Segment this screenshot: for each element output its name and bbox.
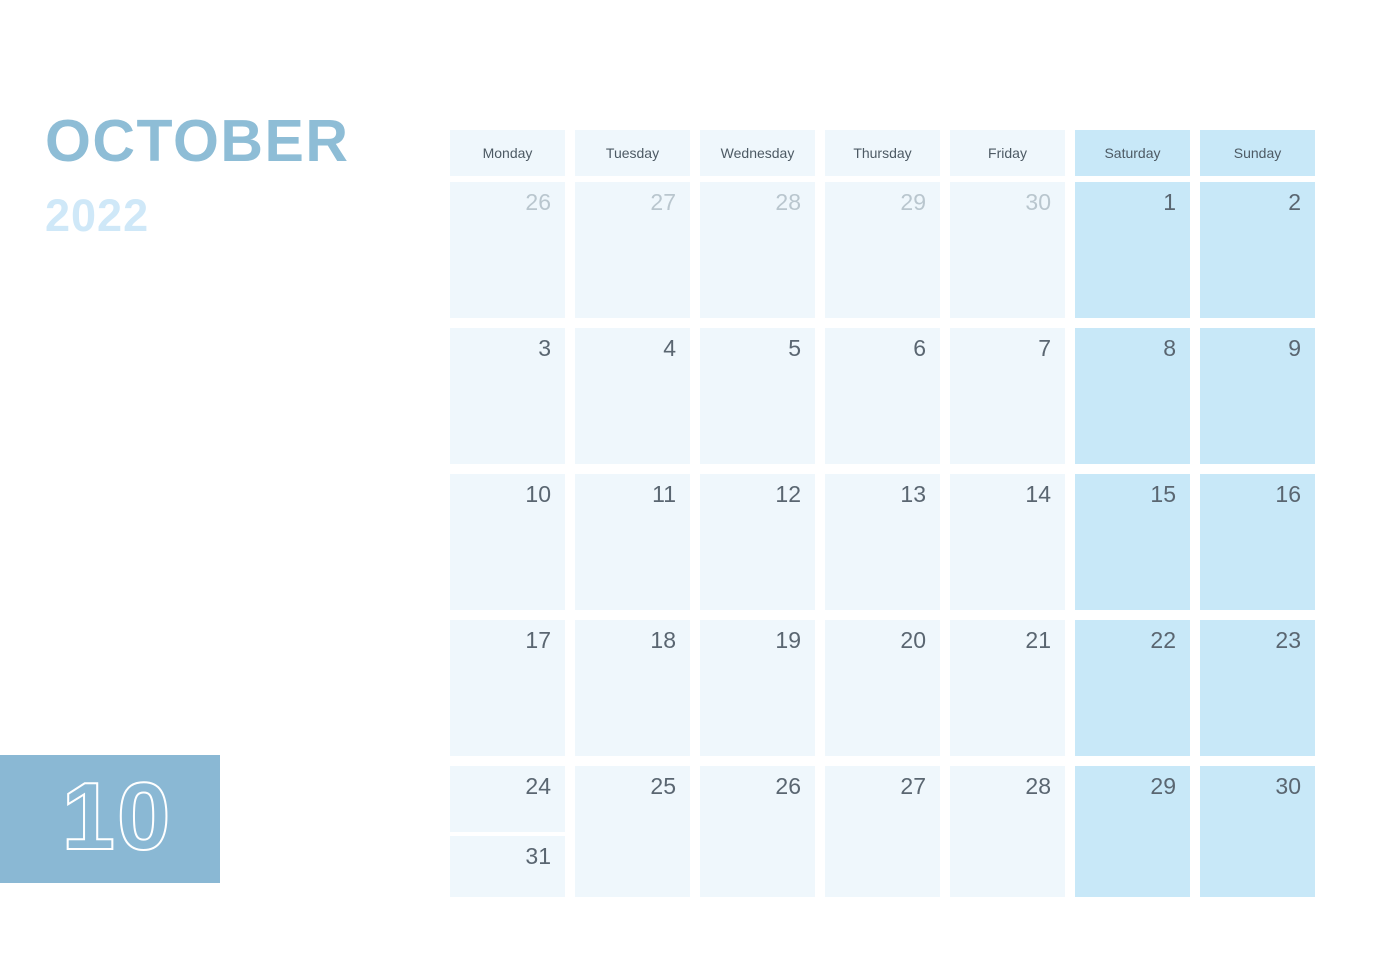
weekday-label: Sunday [1233,145,1282,161]
calendar-day-cell[interactable]: 27 [575,182,690,318]
calendar-day-cell[interactable]: 10 [450,474,565,610]
calendar-day-cell[interactable]: 4 [575,328,690,464]
calendar-day-column: 5 [700,328,815,464]
calendar-day-cell[interactable]: 2 [1200,182,1315,318]
calendar-day-cell[interactable]: 26 [700,766,815,897]
calendar-week-row: 17 18 19 20 21 22 23 [450,620,1315,756]
calendar-day-cell[interactable]: 7 [950,328,1065,464]
month-number-text: 10 [61,763,173,870]
weekday-label: Wednesday [720,145,795,161]
calendar-day-column: 26 [700,766,815,897]
calendar-day-column: 30 [1200,766,1315,897]
calendar-day-column: 29 [825,182,940,318]
weekday-header-thursday: Thursday [825,130,940,176]
calendar-day-column: 27 [825,766,940,897]
calendar-day-column: 8 [1075,328,1190,464]
calendar-day-cell[interactable]: 29 [825,182,940,318]
calendar-day-cell[interactable]: 28 [950,766,1065,897]
calendar-day-column: 23 [1200,620,1315,756]
calendar-day-column: 15 [1075,474,1190,610]
calendar-day-cell[interactable]: 27 [825,766,940,897]
calendar-week-row: 10 11 12 13 14 15 16 [450,474,1315,610]
month-number-badge: 10 [0,755,220,883]
calendar-day-column: 18 [575,620,690,756]
calendar-day-cell[interactable]: 14 [950,474,1065,610]
calendar-day-cell[interactable]: 30 [950,182,1065,318]
calendar-day-cell[interactable]: 18 [575,620,690,756]
calendar-day-column: 6 [825,328,940,464]
page-title: OCTOBER [45,108,350,174]
calendar-day-column: 20 [825,620,940,756]
weekday-header-friday: Friday [950,130,1065,176]
weekday-label: Tuesday [605,145,660,161]
calendar-day-cell[interactable]: 23 [1200,620,1315,756]
weekday-header-row: Monday Tuesday Wednesday Thursday Friday Satu… [450,130,1315,176]
calendar-day-column: 7 [950,328,1065,464]
weekday-label: Friday [988,145,1027,161]
calendar-day-column: 26 [450,182,565,318]
calendar-day-cell[interactable]: 13 [825,474,940,610]
calendar-day-column: 4 [575,328,690,464]
calendar-day-column: 28 [700,182,815,318]
calendar-day-column: 13 [825,474,940,610]
calendar-week-row: 26 27 28 29 30 1 2 [450,182,1315,318]
calendar-weeks: 26 27 28 29 30 1 2 3 4 5 6 7 8 9 10 11 12 13 14 15 16 17 18 19 2… [450,182,1315,897]
calendar-day-cell[interactable]: 22 [1075,620,1190,756]
weekday-label: Saturday [1104,145,1161,161]
year-label: 2022 [45,190,150,241]
weekday-header-tuesday: Tuesday [575,130,690,176]
calendar-day-cell[interactable]: 29 [1075,766,1190,897]
calendar-day-column: 17 [450,620,565,756]
calendar-day-column: 30 [950,182,1065,318]
calendar-day-column: 29 [1075,766,1190,897]
calendar-day-cell[interactable]: 6 [825,328,940,464]
calendar-day-cell[interactable]: 30 [1200,766,1315,897]
weekday-header-wednesday: Wednesday [700,130,815,176]
calendar-day-cell[interactable]: 26 [450,182,565,318]
calendar-day-column: 2 [1200,182,1315,318]
calendar-day-cell[interactable]: 1 [1075,182,1190,318]
calendar-day-cell[interactable]: 19 [700,620,815,756]
calendar-day-column: 21 [950,620,1065,756]
weekday-label: Monday [482,145,533,161]
weekday-header-saturday: Saturday [1075,130,1190,176]
calendar-week-row: 24 31 25 26 27 28 29 30 [450,766,1315,897]
calendar-day-column: 1 [1075,182,1190,318]
calendar-day-cell[interactable]: 12 [700,474,815,610]
calendar-week-row: 3456789 [450,328,1315,464]
weekday-header-sunday: Sunday [1200,130,1315,176]
calendar-day-cell[interactable]: 11 [575,474,690,610]
weekday-label: Thursday [853,145,912,161]
calendar-day-column: 11 [575,474,690,610]
calendar-day-cell[interactable]: 20 [825,620,940,756]
calendar-grid: Monday Tuesday Wednesday Thursday Friday Satu… [450,130,1315,907]
calendar-day-cell[interactable]: 28 [700,182,815,318]
calendar-day-column: 12 [700,474,815,610]
calendar-day-column: 27 [575,182,690,318]
calendar-day-cell[interactable]: 16 [1200,474,1315,610]
calendar-title-block: OCTOBER 2022 [45,108,425,241]
calendar-day-cell[interactable]: 17 [450,620,565,756]
calendar-day-cell[interactable]: 21 [950,620,1065,756]
calendar-day-column: 9 [1200,328,1315,464]
weekday-header-monday: Monday [450,130,565,176]
calendar-day-column: 3 [450,328,565,464]
calendar-day-cell[interactable]: 9 [1200,328,1315,464]
calendar-day-cell[interactable]: 5 [700,328,815,464]
calendar-day-column: 16 [1200,474,1315,610]
calendar-day-cell[interactable]: 25 [575,766,690,897]
calendar-day-column: 14 [950,474,1065,610]
calendar-day-cell[interactable]: 3 [450,328,565,464]
calendar-day-column: 22 [1075,620,1190,756]
calendar-day-column: 25 [575,766,690,897]
calendar-day-cell[interactable]: 24 [450,766,565,832]
calendar-day-column: 24 31 [450,766,565,897]
calendar-day-column: 28 [950,766,1065,897]
calendar-day-cell[interactable]: 31 [450,836,565,897]
calendar-day-column: 10 [450,474,565,610]
calendar-day-cell[interactable]: 15 [1075,474,1190,610]
calendar-day-cell[interactable]: 8 [1075,328,1190,464]
calendar-day-column: 19 [700,620,815,756]
